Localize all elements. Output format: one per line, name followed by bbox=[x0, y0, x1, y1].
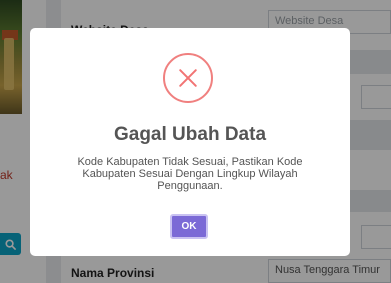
error-x-icon bbox=[163, 53, 213, 103]
dialog-title: Gagal Ubah Data bbox=[113, 124, 267, 145]
ok-button[interactable]: OK bbox=[170, 214, 208, 239]
error-dialog: Gagal Ubah Data Kode Kabupaten Tidak Ses… bbox=[30, 28, 350, 256]
dialog-message: Kode Kabupaten Tidak Sesuai, Pastikan Ko… bbox=[77, 156, 303, 192]
